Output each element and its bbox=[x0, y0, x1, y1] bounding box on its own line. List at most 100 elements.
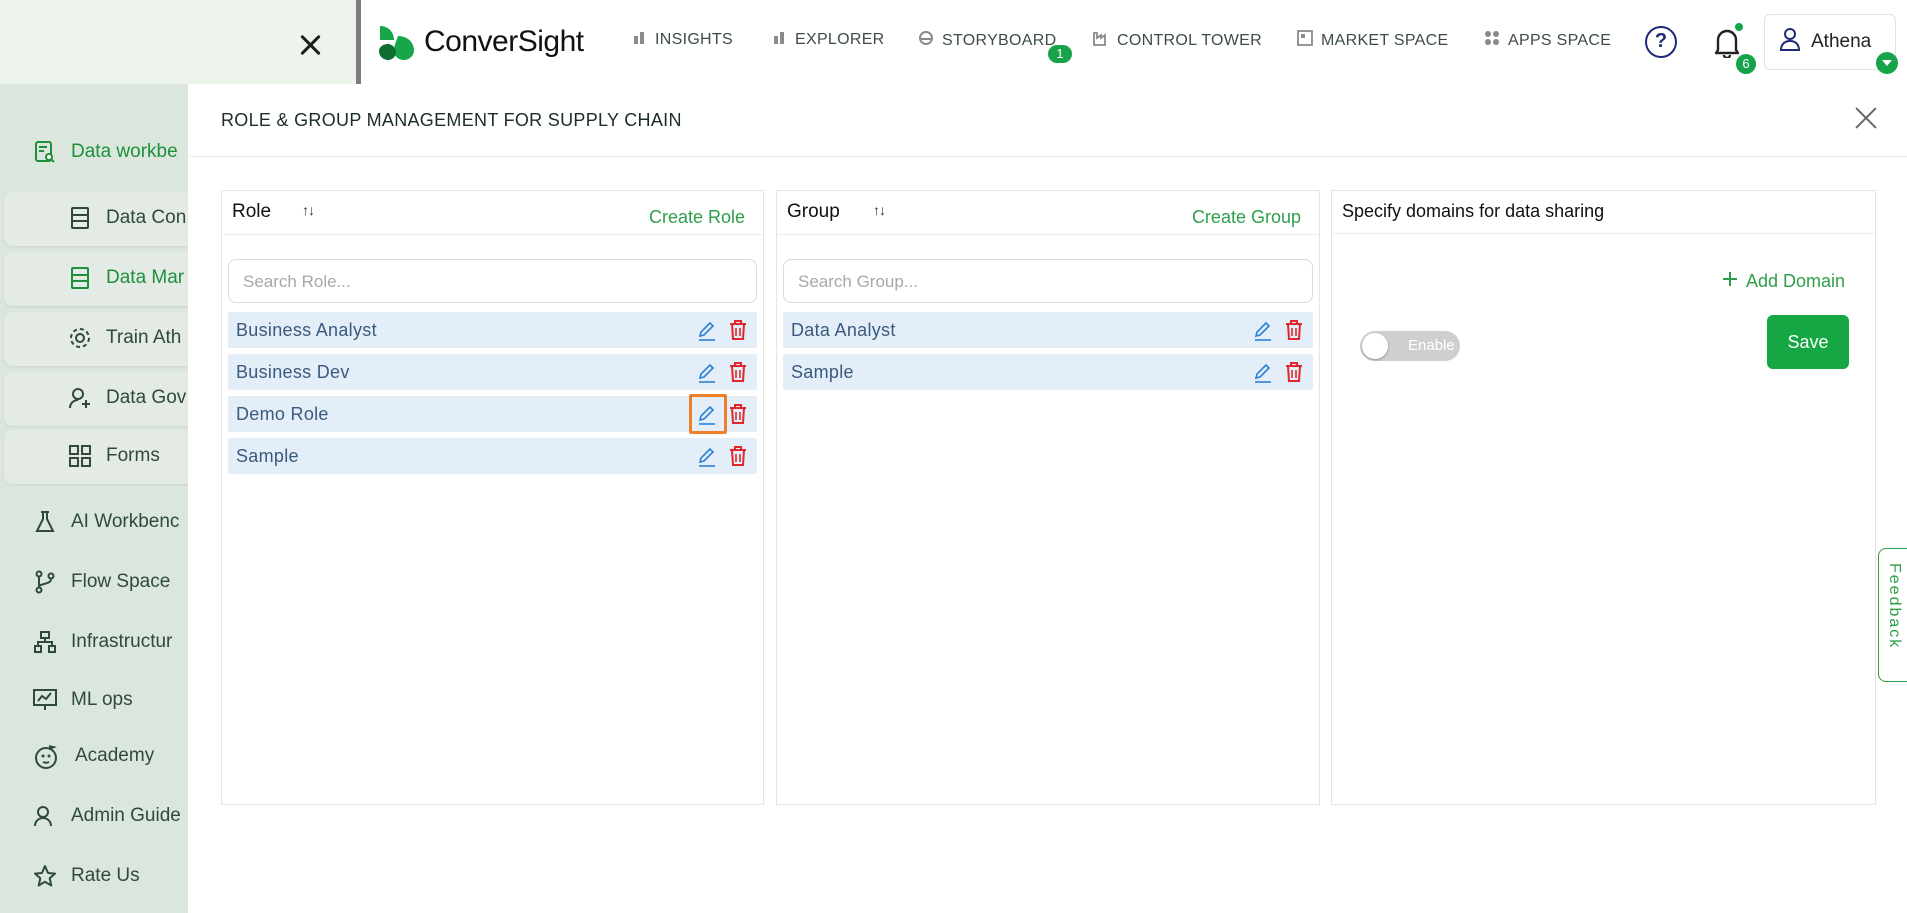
create-role-button[interactable]: Create Role bbox=[649, 207, 745, 228]
close-sidebar-icon[interactable] bbox=[296, 30, 326, 60]
delete-icon[interactable] bbox=[1285, 320, 1305, 340]
delete-icon[interactable] bbox=[729, 320, 749, 340]
star-icon bbox=[33, 864, 57, 888]
role-name: Demo Role bbox=[236, 404, 329, 424]
sidebar-subitem-data-management[interactable]: Data Mar bbox=[68, 266, 184, 290]
group-title: Group bbox=[787, 201, 840, 222]
branch-icon bbox=[33, 570, 57, 594]
user-icon bbox=[1779, 27, 1801, 57]
nav-market-space[interactable]: MARKET SPACE bbox=[1297, 30, 1448, 51]
sort-icon[interactable]: ↑↓ bbox=[302, 202, 315, 218]
search-role-input[interactable]: Search Role... bbox=[228, 259, 757, 303]
nav-explorer[interactable]: EXPLORER bbox=[773, 30, 885, 49]
hierarchy-icon bbox=[33, 630, 57, 654]
user-guide-icon bbox=[33, 804, 57, 828]
domain-column: Specify domains for data sharing Add Dom… bbox=[1331, 190, 1876, 805]
sidebar-item-label: Rate Us bbox=[71, 865, 140, 886]
role-name: Business Dev bbox=[236, 362, 350, 382]
domain-column-header: Specify domains for data sharing bbox=[1332, 191, 1875, 234]
create-group-button[interactable]: Create Group bbox=[1192, 207, 1301, 228]
nav-apps-space-label: APPS SPACE bbox=[1508, 31, 1612, 49]
sidebar-item-label: Admin Guide bbox=[71, 805, 181, 826]
search-group-input[interactable]: Search Group... bbox=[783, 259, 1313, 303]
add-domain-button[interactable]: Add Domain bbox=[1722, 271, 1845, 292]
toggle-label: Enable bbox=[1408, 337, 1455, 354]
group-row[interactable]: Sample bbox=[783, 354, 1313, 390]
nav-insights[interactable]: INSIGHTS bbox=[633, 30, 733, 49]
sidebar-item-infrastructure[interactable]: Infrastructur bbox=[0, 630, 172, 654]
delete-icon[interactable] bbox=[729, 446, 749, 466]
bar-chart-icon bbox=[773, 30, 787, 49]
sidebar-subitem-data-connectors[interactable]: Data Con bbox=[68, 206, 186, 230]
user-menu-chevron-down-icon[interactable] bbox=[1876, 52, 1898, 74]
role-row[interactable]: Sample bbox=[228, 438, 757, 474]
nav-explorer-label: EXPLORER bbox=[795, 30, 885, 48]
sidebar-item-admin-guide[interactable]: Admin Guide bbox=[0, 804, 181, 828]
factory-icon bbox=[1093, 30, 1109, 51]
feedback-tab[interactable]: Feedback bbox=[1878, 548, 1907, 682]
role-group-panel: ROLE & GROUP MANAGEMENT FOR SUPPLY CHAIN… bbox=[188, 84, 1907, 913]
enable-toggle[interactable]: Enable bbox=[1360, 331, 1460, 361]
nav-apps-space[interactable]: APPS SPACE bbox=[1484, 30, 1611, 51]
sidebar-item-label: ML ops bbox=[71, 689, 133, 710]
sort-icon[interactable]: ↑↓ bbox=[873, 202, 886, 218]
delete-icon[interactable] bbox=[729, 362, 749, 382]
sidebar-item-ai-workbench[interactable]: AI Workbenc bbox=[0, 510, 179, 534]
database-icon bbox=[68, 206, 92, 230]
sidebar-item-ml-ops[interactable]: ML ops bbox=[0, 688, 133, 712]
user-plus-icon bbox=[68, 386, 92, 410]
help-icon[interactable]: ? bbox=[1645, 26, 1677, 58]
sidebar-subitem-label: Data Mar bbox=[106, 267, 185, 288]
nav-storyboard[interactable]: STORYBOARD bbox=[918, 30, 1056, 51]
delete-icon[interactable] bbox=[729, 404, 749, 424]
domain-title: Specify domains for data sharing bbox=[1342, 201, 1605, 221]
sidebar-item-academy[interactable]: Academy bbox=[0, 744, 154, 769]
group-name: Sample bbox=[791, 362, 854, 382]
store-icon bbox=[1297, 30, 1313, 51]
panel-title: ROLE & GROUP MANAGEMENT FOR SUPPLY CHAIN bbox=[221, 110, 682, 130]
apps-icon bbox=[1484, 30, 1500, 51]
role-column: Role ↑↓ Create Role Search Role... Busin… bbox=[221, 190, 764, 805]
edit-icon[interactable] bbox=[697, 363, 717, 383]
close-panel-icon[interactable] bbox=[1852, 104, 1880, 132]
notification-dot bbox=[1735, 23, 1743, 31]
nav-control-tower[interactable]: CONTROL TOWER bbox=[1093, 30, 1262, 51]
flask-icon bbox=[33, 510, 57, 534]
plus-icon bbox=[1722, 271, 1738, 292]
feedback-label: Feedback bbox=[1886, 563, 1903, 650]
sidebar-subitem-label: Forms bbox=[106, 445, 160, 466]
sidebar-item-rate-us[interactable]: Rate Us bbox=[0, 864, 140, 888]
toggle-knob bbox=[1362, 333, 1388, 359]
role-row[interactable]: Business Dev bbox=[228, 354, 757, 390]
sidebar-item-flow-space[interactable]: Flow Space bbox=[0, 570, 170, 594]
edit-icon[interactable] bbox=[697, 405, 717, 425]
role-row[interactable]: Demo Role bbox=[228, 394, 757, 434]
sidebar-item-label: Infrastructur bbox=[71, 631, 173, 652]
delete-icon[interactable] bbox=[1285, 362, 1305, 382]
nav-market-space-label: MARKET SPACE bbox=[1321, 31, 1449, 49]
group-row[interactable]: Data Analyst bbox=[783, 312, 1313, 348]
chart-monitor-icon bbox=[33, 688, 57, 712]
edit-icon[interactable] bbox=[697, 447, 717, 467]
nav-storyboard-label: STORYBOARD bbox=[942, 31, 1057, 49]
edit-icon[interactable] bbox=[1253, 363, 1273, 383]
conversight-logo-icon bbox=[379, 26, 414, 60]
sidebar-item-label: AI Workbenc bbox=[71, 511, 180, 532]
group-column: Group ↑↓ Create Group Search Group... Da… bbox=[776, 190, 1320, 805]
sidebar-subitem-forms[interactable]: Forms bbox=[68, 444, 160, 468]
edit-icon[interactable] bbox=[1253, 321, 1273, 341]
user-name: Athena bbox=[1811, 31, 1872, 52]
edit-icon[interactable] bbox=[697, 321, 717, 341]
role-row[interactable]: Business Analyst bbox=[228, 312, 757, 348]
sidebar-item-label: Data workbe bbox=[71, 141, 178, 162]
nav-control-tower-label: CONTROL TOWER bbox=[1117, 31, 1262, 49]
save-button[interactable]: Save bbox=[1767, 315, 1849, 369]
storyboard-icon bbox=[918, 30, 934, 51]
app-logo[interactable]: ConverSight bbox=[376, 22, 584, 62]
sidebar-subitem-train-athena[interactable]: Train Ath bbox=[68, 326, 181, 350]
sidebar-item-data-workbench[interactable]: Data workbe bbox=[0, 140, 178, 164]
sidebar-subitem-data-governance[interactable]: Data Gov bbox=[68, 386, 186, 410]
gear-icon bbox=[68, 326, 92, 350]
brand-name: ConverSight bbox=[424, 25, 584, 58]
bar-chart-icon bbox=[633, 30, 647, 49]
